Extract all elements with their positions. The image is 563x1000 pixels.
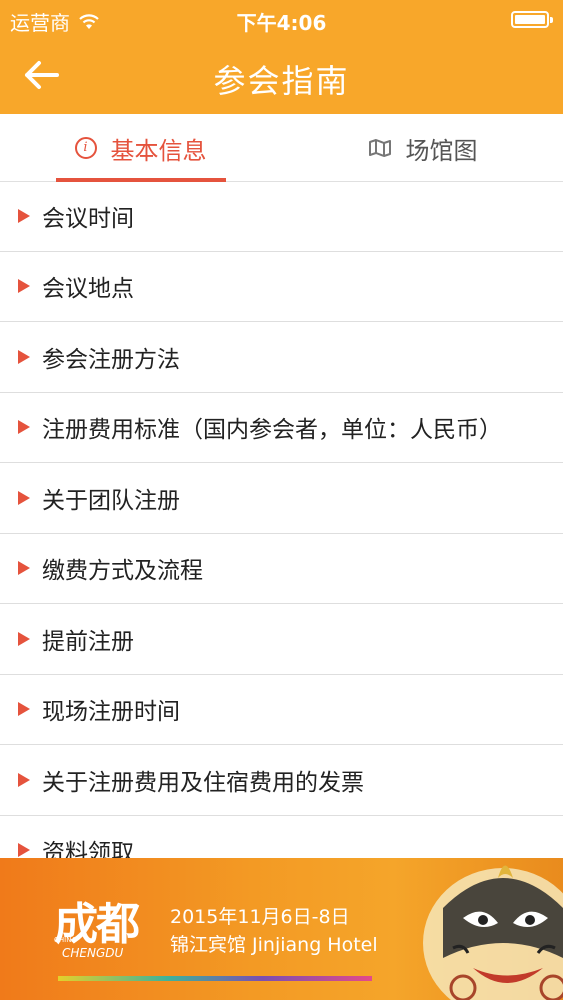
list-item[interactable]: 关于注册费用及住宿费用的发票	[0, 745, 563, 816]
arrow-icon	[18, 772, 30, 787]
list-item[interactable]: 关于团队注册	[0, 463, 563, 534]
opera-mask-icon	[423, 865, 563, 1000]
logo-text-en: CHENGDU	[62, 946, 124, 960]
event-banner[interactable]: 成都 CHINA CHENGDU 2015年11月6日-8日 锦江宾馆 Jinj…	[0, 858, 563, 1000]
clock: 下午4:06	[236, 11, 327, 35]
arrow-icon	[18, 843, 30, 858]
list-item[interactable]: 参会注册方法	[0, 322, 563, 393]
nav-bar: 参会指南	[0, 38, 563, 114]
tab-venue-map-label: 场馆图	[405, 136, 478, 165]
arrow-icon	[18, 702, 30, 717]
map-icon	[368, 139, 391, 157]
list-item[interactable]: 缴费方式及流程	[0, 534, 563, 604]
list-item[interactable]: 会议时间	[0, 181, 563, 252]
arrow-icon	[18, 279, 30, 294]
info-icon: i	[74, 137, 97, 159]
guide-list: 会议时间 会议地点 参会注册方法 注册费用标准（国内参会者，单位：人民币） 关于…	[0, 181, 563, 858]
list-item-label: 参会注册方法	[42, 346, 180, 373]
arrow-icon	[18, 349, 30, 364]
tab-venue-map[interactable]: 场馆图	[282, 114, 563, 182]
event-date: 2015年11月6日-8日	[170, 906, 350, 928]
list-item-label: 缴费方式及流程	[42, 558, 203, 585]
list-item-label: 关于注册费用及住宿费用的发票	[42, 769, 364, 796]
list-item-label: 资料领取	[42, 840, 134, 858]
list-item[interactable]: 提前注册	[0, 604, 563, 675]
status-bar: 运营商 下午4:06	[0, 0, 563, 38]
banner-stripe	[58, 976, 372, 981]
tab-bar: i 基本信息 场馆图	[0, 114, 563, 182]
list-item-label: 提前注册	[42, 628, 134, 655]
page-title: 参会指南	[213, 62, 350, 100]
list-item[interactable]: 会议地点	[0, 252, 563, 322]
list-item-label: 现场注册时间	[42, 699, 180, 726]
event-venue: 锦江宾馆 Jinjiang Hotel	[170, 934, 378, 956]
arrow-icon	[18, 490, 30, 505]
list-item-label: 会议地点	[42, 276, 134, 303]
arrow-icon	[18, 631, 30, 646]
logo-text-china: CHINA	[54, 936, 77, 944]
arrow-icon	[18, 561, 30, 576]
tab-basic-info-label: 基本信息	[110, 136, 207, 165]
header: 运营商 下午4:06 参会指南	[0, 0, 563, 114]
list-item-label: 注册费用标准（国内参会者，单位：人民币）	[42, 417, 502, 444]
arrow-icon	[18, 208, 30, 223]
list-item[interactable]: 资料领取	[0, 816, 563, 858]
list-item-label: 会议时间	[42, 205, 134, 232]
chengdu-logo: 成都 CHINA CHENGDU	[54, 888, 154, 968]
arrow-icon	[18, 420, 30, 435]
tab-basic-info[interactable]: i 基本信息	[0, 114, 281, 182]
list-item-label: 关于团队注册	[42, 487, 180, 514]
list-item[interactable]: 现场注册时间	[0, 675, 563, 745]
list-item[interactable]: 注册费用标准（国内参会者，单位：人民币）	[0, 393, 563, 463]
battery-icon	[511, 11, 553, 28]
